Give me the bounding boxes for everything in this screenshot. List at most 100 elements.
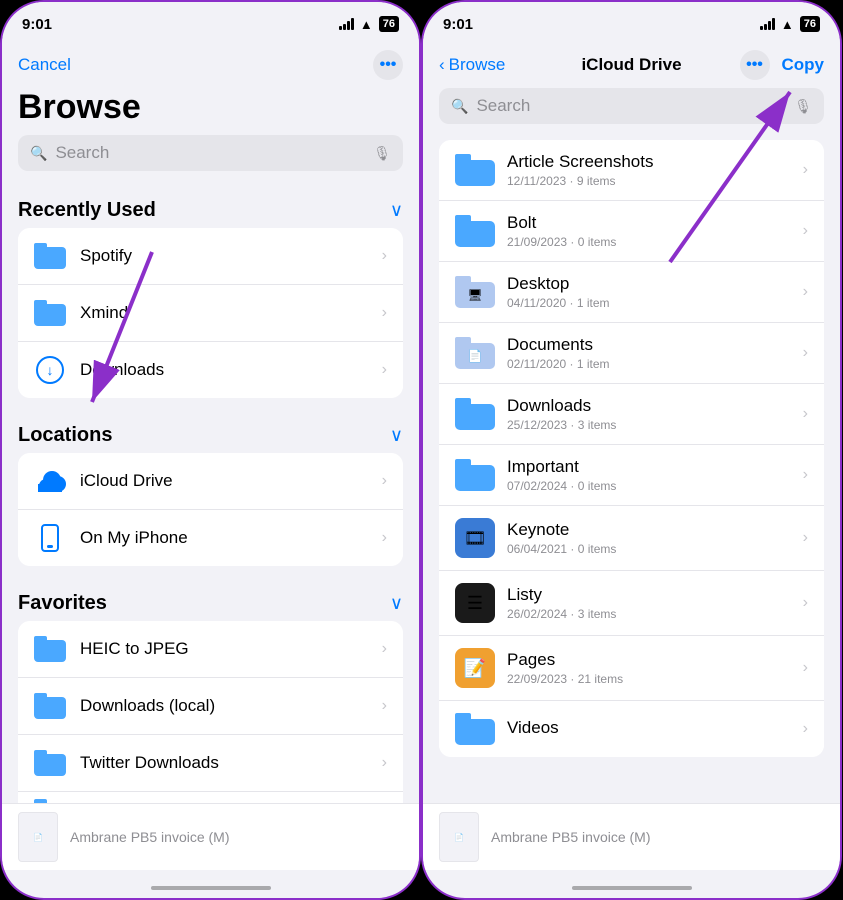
locations-collapse[interactable]: ∨	[390, 425, 403, 446]
chevron-right-icon: ›	[803, 222, 808, 240]
mic-icon[interactable]: 🎙	[794, 98, 812, 115]
list-item[interactable]: 🎞 Keynote 06/04/2021 · 0 items ›	[439, 506, 824, 571]
list-item[interactable]: 🖥 Desktop 04/11/2020 · 1 item ›	[439, 262, 824, 323]
chevron-right-icon: ›	[803, 466, 808, 484]
locations-title: Locations	[18, 424, 112, 447]
recently-used-title: Recently Used	[18, 199, 156, 222]
item-subtitle: 22/09/2023 · 21 items	[507, 672, 803, 686]
item-name: Listy	[507, 585, 803, 605]
list-item[interactable]: Bolt 21/09/2023 · 0 items ›	[439, 201, 824, 262]
item-name: Article Screenshots	[507, 152, 803, 172]
folder-icon	[34, 240, 66, 272]
mic-icon[interactable]: 🎙	[373, 145, 391, 162]
chevron-right-icon: ›	[803, 659, 808, 677]
icloud-list: Article Screenshots 12/11/2023 · 9 items…	[423, 140, 840, 773]
item-name: Desktop	[507, 274, 803, 294]
locations-header: Locations ∨	[2, 412, 419, 453]
item-subtitle: 06/04/2021 · 0 items	[507, 542, 803, 556]
left-nav-bar: Cancel •••	[2, 46, 419, 88]
document-label: Ambrane PB5 invoice (M)	[491, 829, 651, 845]
item-subtitle: 25/12/2023 · 3 items	[507, 418, 803, 432]
bottom-document-preview: 📄 Ambrane PB5 invoice (M)	[2, 803, 419, 870]
recently-used-collapse[interactable]: ∨	[390, 200, 403, 221]
home-indicator	[151, 886, 271, 890]
icloud-icon	[34, 465, 66, 497]
folder-icon	[455, 154, 495, 186]
chevron-right-icon: ›	[382, 304, 387, 322]
list-item[interactable]: Xmind ›	[18, 285, 403, 342]
list-item[interactable]: Spotify ›	[18, 228, 403, 285]
recently-used-list: Spotify › Xmind › ↓ Downloads ›	[18, 228, 403, 398]
list-item[interactable]: Twitter Downloads ›	[18, 735, 403, 792]
folder-doc-icon: 📄	[455, 337, 495, 369]
item-meta: Article Screenshots 12/11/2023 · 9 items	[507, 152, 803, 188]
item-name: Videos	[507, 718, 803, 738]
item-name: Important	[507, 457, 803, 477]
list-item[interactable]: Downloads (local) ›	[18, 678, 403, 735]
copy-button[interactable]: Copy	[782, 55, 825, 75]
list-item[interactable]: 📄 Documents 02/11/2020 · 1 item ›	[439, 323, 824, 384]
folder-icon	[455, 713, 495, 745]
folder-icon	[34, 690, 66, 722]
right-time: 9:01	[443, 16, 473, 33]
search-bar[interactable]: 🔍 Search 🎙	[18, 135, 403, 171]
favorites-title: Favorites	[18, 592, 107, 615]
iphone-device-icon	[34, 522, 66, 554]
list-item[interactable]: On My iPhone ›	[18, 510, 403, 566]
left-status-icons: ▲ 76	[339, 16, 399, 32]
item-subtitle: 02/11/2020 · 1 item	[507, 357, 803, 371]
search-icon: 🔍	[30, 145, 47, 162]
list-item[interactable]: iCloud Drive ›	[18, 453, 403, 510]
folder-icon	[34, 297, 66, 329]
right-phone-panel: 9:01 ▲ 76 ‹ Browse iCloud Drive ••• Copy…	[421, 0, 842, 900]
signal-icon	[339, 18, 354, 30]
more-button[interactable]: •••	[373, 50, 403, 80]
item-meta: Important 07/02/2024 · 0 items	[507, 457, 803, 493]
chevron-right-icon: ›	[382, 697, 387, 715]
list-item[interactable]: Article Screenshots 12/11/2023 · 9 items…	[439, 140, 824, 201]
list-item[interactable]: Videos ›	[439, 701, 824, 757]
item-subtitle: 07/02/2024 · 0 items	[507, 479, 803, 493]
item-meta: Videos	[507, 718, 803, 740]
search-input[interactable]: Search	[476, 96, 786, 116]
list-item[interactable]: ↓ Downloads ›	[18, 342, 403, 398]
search-input[interactable]: Search	[55, 143, 365, 163]
more-button[interactable]: •••	[740, 50, 770, 80]
left-phone-panel: 9:01 ▲ 76 Cancel ••• Browse 🔍 Search 🎙 R…	[0, 0, 421, 900]
item-name: Keynote	[507, 520, 803, 540]
item-label: Downloads	[80, 360, 382, 380]
item-subtitle: 12/11/2023 · 9 items	[507, 174, 803, 188]
item-label: Spotify	[80, 246, 382, 266]
folder-icon	[34, 633, 66, 665]
document-thumbnail: 📄	[18, 812, 58, 862]
download-icon: ↓	[34, 354, 66, 386]
right-status-icons: ▲ 76	[760, 16, 820, 32]
list-item[interactable]: Important 07/02/2024 · 0 items ›	[439, 445, 824, 506]
list-item[interactable]: ☰ Listy 26/02/2024 · 3 items ›	[439, 571, 824, 636]
chevron-right-icon: ›	[382, 472, 387, 490]
locations-section: Locations ∨ iCloud Drive ›	[2, 412, 419, 566]
item-name: Bolt	[507, 213, 803, 233]
chevron-right-icon: ›	[382, 361, 387, 379]
item-name: Documents	[507, 335, 803, 355]
back-button[interactable]: ‹ Browse	[439, 55, 505, 75]
list-item[interactable]: HEIC to JPEG ›	[18, 621, 403, 678]
wifi-icon: ▲	[781, 17, 794, 32]
folder-desktop-icon: 🖥	[455, 276, 495, 308]
list-item[interactable]: 📝 Pages 22/09/2023 · 21 items ›	[439, 636, 824, 701]
list-item[interactable]: Downloads 25/12/2023 · 3 items ›	[439, 384, 824, 445]
chevron-right-icon: ›	[803, 344, 808, 362]
item-subtitle: 21/09/2023 · 0 items	[507, 235, 803, 249]
locations-list: iCloud Drive › On My iPhone ›	[18, 453, 403, 566]
folder-icon	[34, 747, 66, 779]
right-search-bar[interactable]: 🔍 Search 🎙	[439, 88, 824, 124]
back-label: Browse	[449, 55, 506, 75]
cancel-button[interactable]: Cancel	[18, 55, 71, 75]
item-meta: Desktop 04/11/2020 · 1 item	[507, 274, 803, 310]
nav-actions: ••• Copy	[740, 50, 825, 80]
icloud-file-list: Article Screenshots 12/11/2023 · 9 items…	[439, 140, 824, 757]
document-thumbnail: 📄	[439, 812, 479, 862]
item-label: Downloads (local)	[80, 696, 382, 716]
favorites-collapse[interactable]: ∨	[390, 593, 403, 614]
item-meta: Listy 26/02/2024 · 3 items	[507, 585, 803, 621]
